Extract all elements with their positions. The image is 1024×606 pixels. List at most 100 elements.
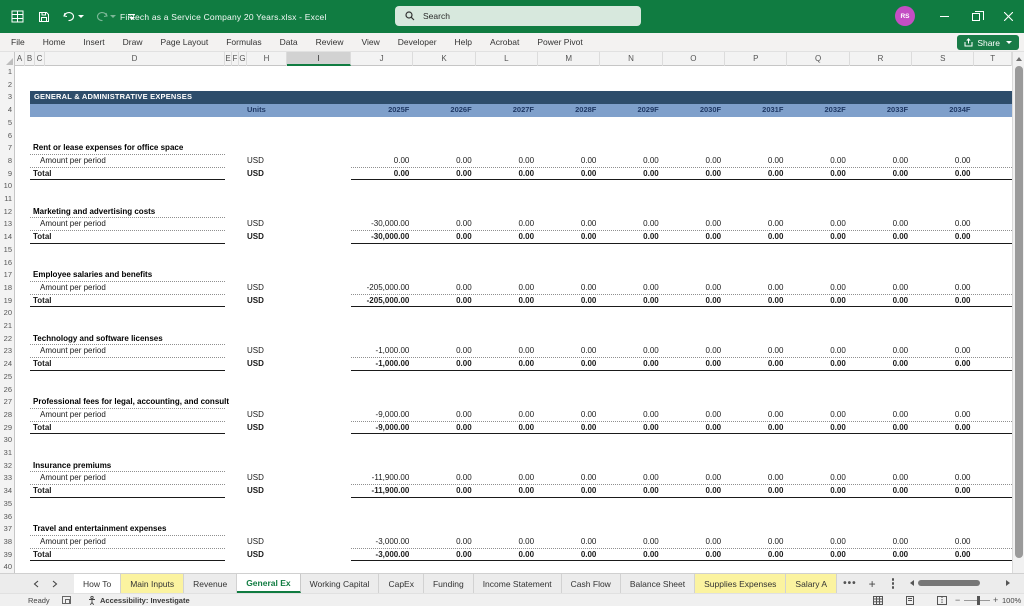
total-cell-2030F[interactable]: 0.00: [663, 295, 725, 308]
amount-unit-cell[interactable]: USD: [247, 282, 287, 295]
sheet-tab-balance-sheet[interactable]: Balance Sheet: [621, 574, 695, 593]
page-break-view-icon[interactable]: [937, 596, 947, 606]
amount-cell-2028F[interactable]: 0.00: [538, 409, 600, 422]
sheet-tab-revenue[interactable]: Revenue: [184, 574, 237, 593]
column-header-R[interactable]: R: [850, 52, 912, 66]
amount-label-cell[interactable]: Amount per period: [30, 472, 225, 485]
column-header-Q[interactable]: Q: [787, 52, 849, 66]
ribbon-tab-draw[interactable]: Draw: [114, 33, 152, 52]
total-cell-2026F[interactable]: 0.00: [413, 549, 475, 562]
ribbon-tab-data[interactable]: Data: [271, 33, 307, 52]
total-cell-2027F[interactable]: 0.00: [476, 422, 538, 435]
total-cell-2031F[interactable]: 0.00: [725, 231, 787, 244]
column-header-P[interactable]: P: [725, 52, 787, 66]
amount-cell-2033F[interactable]: 0.00: [850, 472, 912, 485]
horizontal-scrollbar[interactable]: [910, 576, 1010, 590]
horizontal-scroll-thumb[interactable]: [918, 580, 980, 586]
amount-cell-2029F[interactable]: 0.00: [600, 282, 662, 295]
tab-options-kebab-icon[interactable]: [886, 574, 901, 593]
column-header-I[interactable]: I: [287, 52, 351, 66]
total-unit-cell[interactable]: USD: [247, 231, 287, 244]
section-title-cell[interactable]: Rent or lease expenses for office space: [30, 142, 225, 155]
amount-label-cell[interactable]: Amount per period: [30, 282, 225, 295]
column-header-D[interactable]: D: [45, 52, 225, 66]
column-header-A[interactable]: A: [15, 52, 25, 66]
amount-cell-2029F[interactable]: 0.00: [600, 218, 662, 231]
column-header-N[interactable]: N: [600, 52, 662, 66]
amount-cell-2028F[interactable]: 0.00: [538, 345, 600, 358]
total-cell-2033F[interactable]: 0.00: [850, 168, 912, 181]
total-label-cell[interactable]: Total: [30, 358, 225, 371]
total-unit-cell[interactable]: USD: [247, 295, 287, 308]
amount-cell-2034F[interactable]: 0.00: [912, 282, 974, 295]
total-cell-2031F[interactable]: 0.00: [725, 358, 787, 371]
total-cell-2032F[interactable]: 0.00: [787, 358, 849, 371]
total-cell-2034F[interactable]: 0.00: [912, 168, 974, 181]
amount-cell-2026F[interactable]: 0.00: [413, 218, 475, 231]
column-header-S[interactable]: S: [912, 52, 974, 66]
section-title-cell[interactable]: Marketing and advertising costs: [30, 206, 225, 219]
total-cell-2027F[interactable]: 0.00: [476, 549, 538, 562]
total-cell-2032F[interactable]: 0.00: [787, 168, 849, 181]
total-cell-2026F[interactable]: 0.00: [413, 168, 475, 181]
amount-cell-2025F[interactable]: -30,000.00: [351, 218, 413, 231]
amount-cell-2025F[interactable]: -205,000.00: [351, 282, 413, 295]
amount-cell-2027F[interactable]: 0.00: [476, 472, 538, 485]
amount-cell-2033F[interactable]: 0.00: [850, 155, 912, 168]
total-cell-2033F[interactable]: 0.00: [850, 295, 912, 308]
accessibility-status[interactable]: Accessibility: Investigate: [88, 596, 190, 605]
amount-unit-cell[interactable]: USD: [247, 472, 287, 485]
total-cell-2025F[interactable]: -1,000.00: [351, 358, 413, 371]
amount-cell-2027F[interactable]: 0.00: [476, 155, 538, 168]
restore-button[interactable]: [960, 0, 992, 33]
section-title-cell[interactable]: Travel and entertainment expenses: [30, 523, 225, 536]
amount-cell-2031F[interactable]: 0.00: [725, 472, 787, 485]
ribbon-tab-power-pivot[interactable]: Power Pivot: [528, 33, 591, 52]
total-cell-2033F[interactable]: 0.00: [850, 231, 912, 244]
total-unit-cell[interactable]: USD: [247, 422, 287, 435]
total-cell-2034F[interactable]: 0.00: [912, 295, 974, 308]
ribbon-tab-acrobat[interactable]: Acrobat: [481, 33, 528, 52]
total-cell-2027F[interactable]: 0.00: [476, 485, 538, 498]
ribbon-tab-file[interactable]: File: [2, 33, 34, 52]
total-cell-2028F[interactable]: 0.00: [538, 295, 600, 308]
total-cell-2034F[interactable]: 0.00: [912, 422, 974, 435]
save-icon[interactable]: [35, 6, 53, 28]
amount-cell-2026F[interactable]: 0.00: [413, 536, 475, 549]
total-cell-2029F[interactable]: 0.00: [600, 422, 662, 435]
amount-cell-2028F[interactable]: 0.00: [538, 155, 600, 168]
section-title-cell[interactable]: Insurance premiums: [30, 460, 225, 473]
total-cell-2025F[interactable]: -9,000.00: [351, 422, 413, 435]
total-cell-2034F[interactable]: 0.00: [912, 485, 974, 498]
total-cell-2033F[interactable]: 0.00: [850, 485, 912, 498]
avatar[interactable]: RS: [895, 6, 915, 26]
total-cell-2030F[interactable]: 0.00: [663, 231, 725, 244]
amount-label-cell[interactable]: Amount per period: [30, 155, 225, 168]
year-header-row[interactable]: Units2025F2026F2027F2028F2029F2030F2031F…: [30, 104, 1012, 117]
section-title-cell[interactable]: Employee salaries and benefits: [30, 269, 225, 282]
amount-cell-2028F[interactable]: 0.00: [538, 472, 600, 485]
ribbon-tab-developer[interactable]: Developer: [389, 33, 446, 52]
amount-cell-2032F[interactable]: 0.00: [787, 536, 849, 549]
sheet-tab-working-capital[interactable]: Working Capital: [301, 574, 380, 593]
total-cell-2026F[interactable]: 0.00: [413, 231, 475, 244]
amount-label-cell[interactable]: Amount per period: [30, 536, 225, 549]
amount-label-cell[interactable]: Amount per period: [30, 409, 225, 422]
total-cell-2029F[interactable]: 0.00: [600, 295, 662, 308]
amount-cell-2033F[interactable]: 0.00: [850, 282, 912, 295]
ribbon-tab-view[interactable]: View: [353, 33, 389, 52]
sheet-tab-supplies-expenses[interactable]: Supplies Expenses: [695, 574, 786, 593]
total-cell-2027F[interactable]: 0.00: [476, 295, 538, 308]
total-cell-2026F[interactable]: 0.00: [413, 485, 475, 498]
amount-cell-2034F[interactable]: 0.00: [912, 472, 974, 485]
total-cell-2029F[interactable]: 0.00: [600, 358, 662, 371]
sheet-tab-funding[interactable]: Funding: [424, 574, 474, 593]
amount-cell-2028F[interactable]: 0.00: [538, 282, 600, 295]
amount-cell-2026F[interactable]: 0.00: [413, 409, 475, 422]
amount-cell-2025F[interactable]: -9,000.00: [351, 409, 413, 422]
redo-button[interactable]: [92, 6, 119, 28]
amount-cell-2033F[interactable]: 0.00: [850, 218, 912, 231]
total-cell-2032F[interactable]: 0.00: [787, 422, 849, 435]
amount-cell-2027F[interactable]: 0.00: [476, 536, 538, 549]
amount-cell-2025F[interactable]: -3,000.00: [351, 536, 413, 549]
